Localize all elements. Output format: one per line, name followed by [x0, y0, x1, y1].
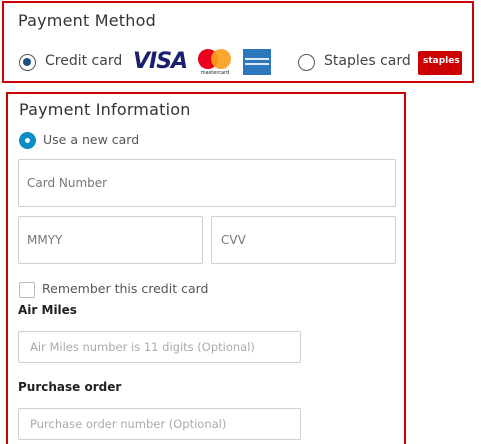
payment-info-title: Payment Information — [19, 100, 191, 119]
staples-card-label[interactable]: Staples card — [324, 53, 411, 69]
air-miles-label: Air Miles — [18, 303, 77, 317]
cvv-placeholder: CVV — [221, 233, 246, 247]
expiry-placeholder: MMYY — [27, 233, 63, 247]
amex-logo — [243, 49, 271, 75]
use-new-card-label[interactable]: Use a new card — [43, 132, 139, 147]
visa-logo: VISA — [133, 49, 188, 74]
purchase-order-placeholder: Purchase order number (Optional) — [30, 417, 227, 431]
air-miles-input[interactable]: Air Miles number is 11 digits (Optional) — [18, 331, 301, 363]
expiry-input[interactable]: MMYY — [18, 216, 203, 264]
remember-card-checkbox[interactable] — [19, 282, 35, 298]
svg-text:mastercard: mastercard — [201, 70, 229, 76]
use-new-card-radio[interactable] — [19, 132, 36, 149]
credit-card-label[interactable]: Credit card — [45, 53, 122, 69]
mastercard-logo: mastercard — [195, 48, 235, 76]
remember-card-label[interactable]: Remember this credit card — [42, 281, 208, 296]
credit-card-radio[interactable] — [19, 54, 36, 71]
purchase-order-label: Purchase order — [18, 380, 122, 394]
cvv-input[interactable]: CVV — [211, 216, 396, 264]
card-number-input[interactable]: Card Number — [18, 159, 396, 207]
card-number-placeholder: Card Number — [27, 176, 108, 190]
staples-logo: staples — [418, 51, 462, 75]
staples-card-radio[interactable] — [298, 54, 315, 71]
purchase-order-input[interactable]: Purchase order number (Optional) — [18, 408, 301, 440]
payment-method-title: Payment Method — [18, 11, 156, 30]
air-miles-placeholder: Air Miles number is 11 digits (Optional) — [30, 340, 255, 354]
